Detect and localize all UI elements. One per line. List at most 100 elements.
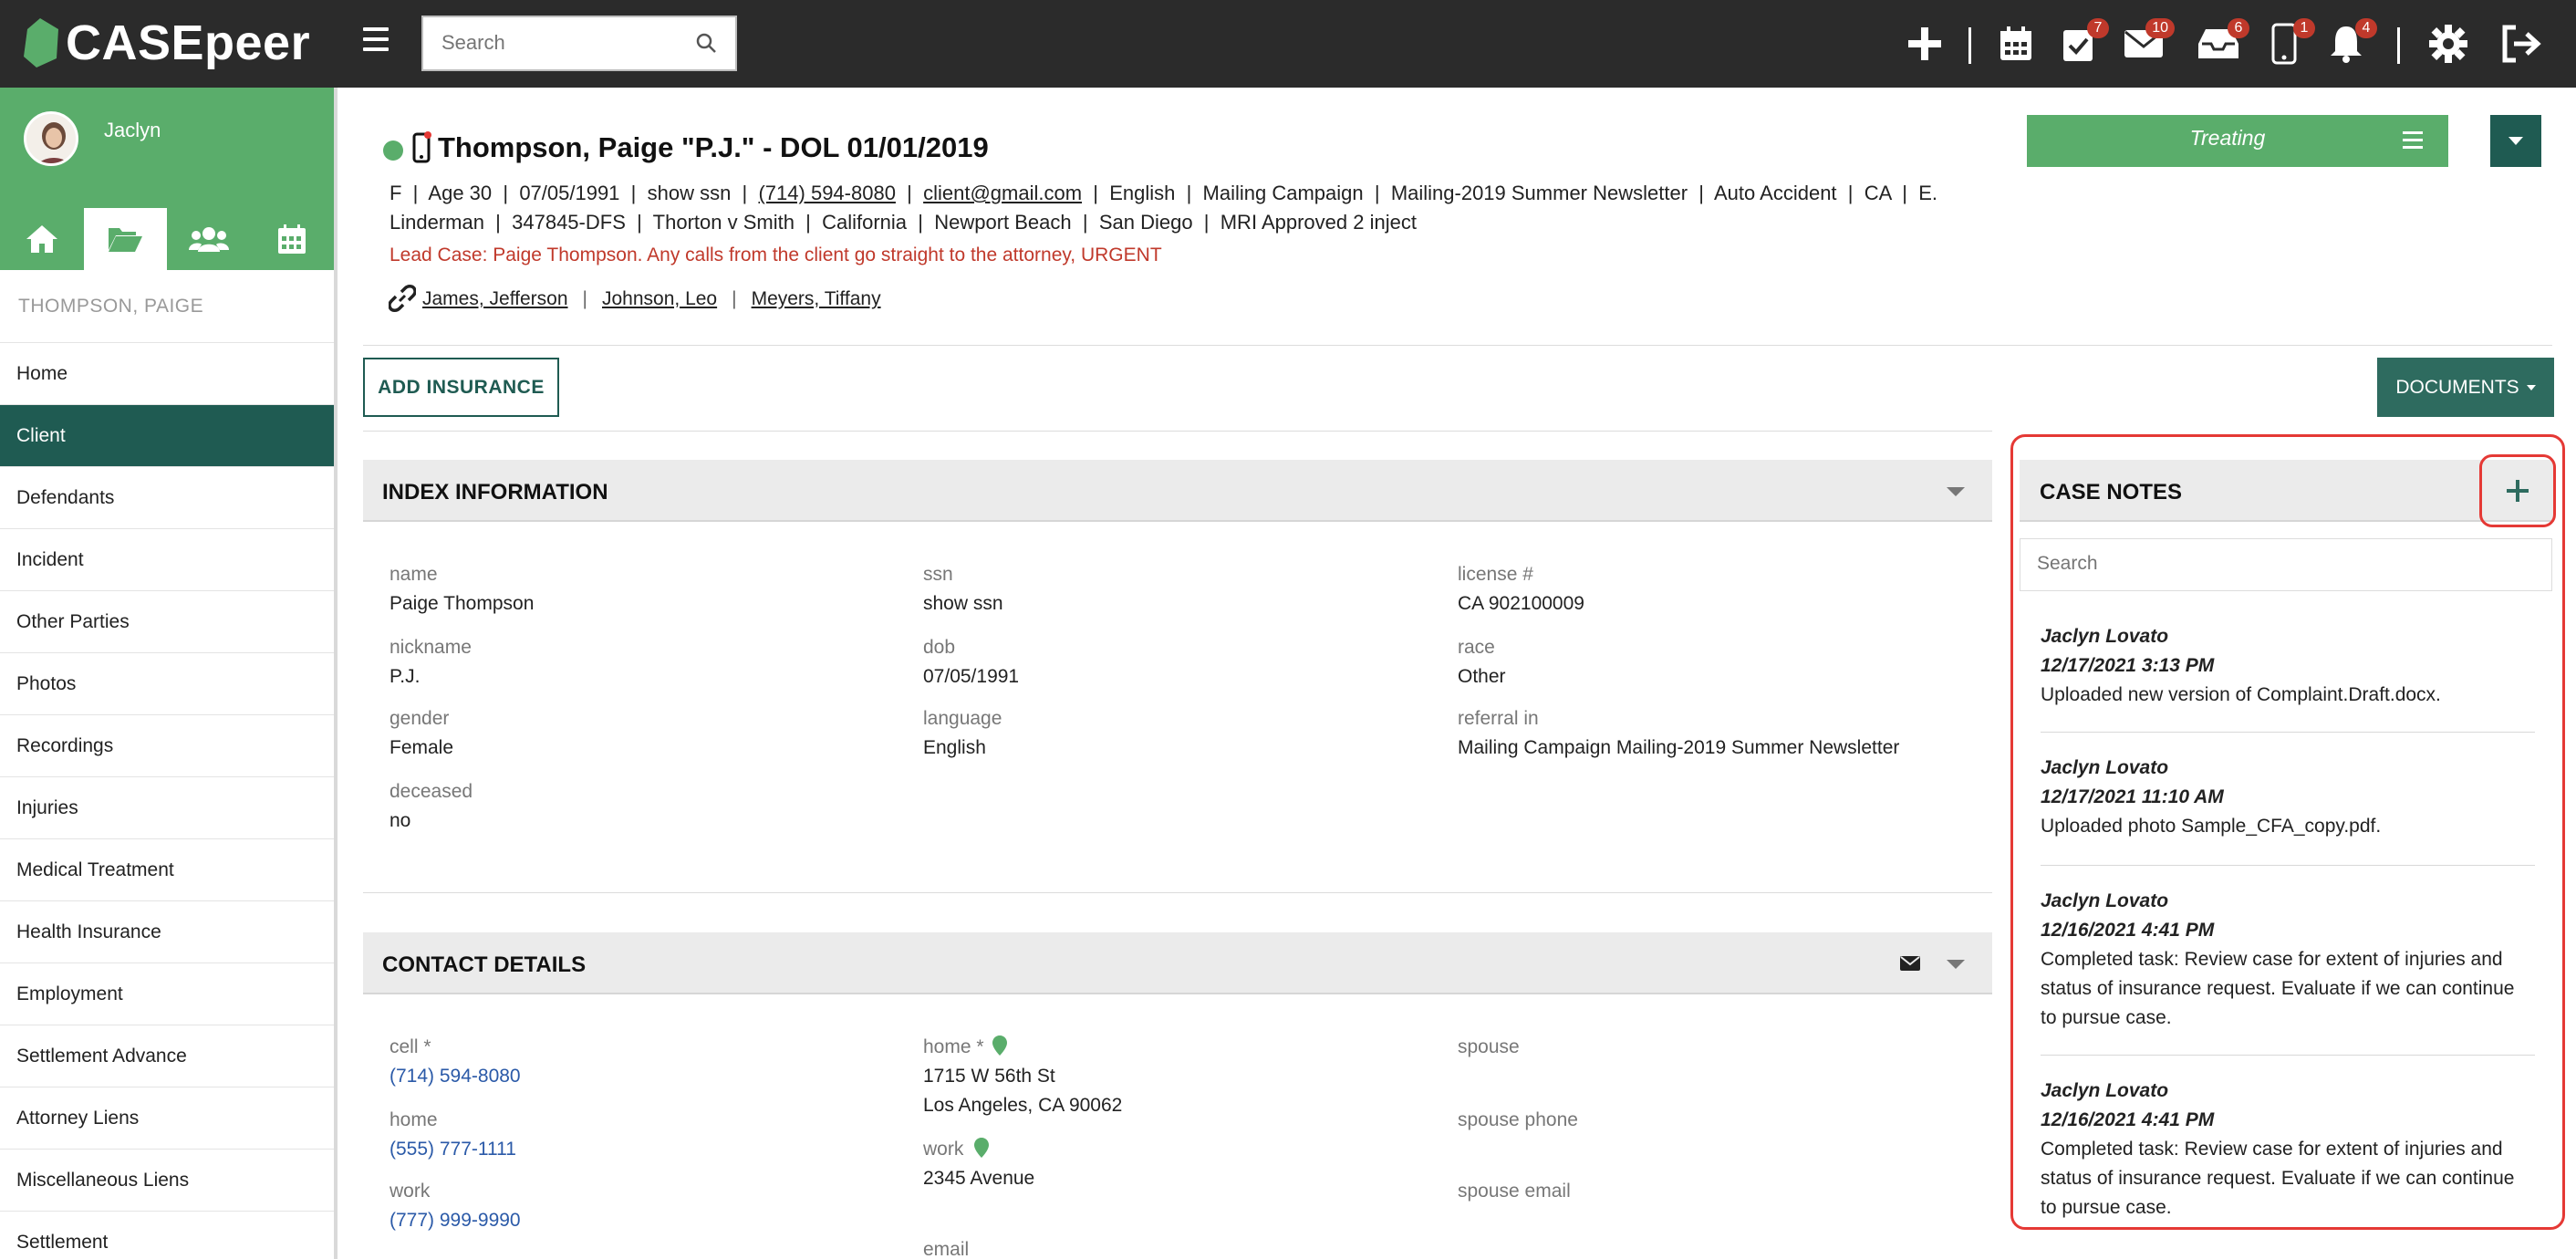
show-ssn-link[interactable]: show ssn xyxy=(923,593,1003,615)
cell-phone-link[interactable]: (714) 594-8080 xyxy=(390,1066,521,1087)
sidebar-item-home[interactable]: Home xyxy=(0,343,334,405)
related-cases: James, Jefferson | Johnson, Leo | Meyers, Ti… xyxy=(422,288,881,309)
related-case-link[interactable]: James, Jefferson xyxy=(422,288,568,309)
map-pin-icon[interactable] xyxy=(992,1035,1008,1056)
sidebar-item-health-insurance[interactable]: Health Insurance xyxy=(0,901,334,963)
envelope-icon[interactable] xyxy=(1899,954,1921,973)
tab-calendar[interactable] xyxy=(251,208,335,270)
user-panel: Jaclyn xyxy=(0,88,334,208)
divider xyxy=(363,892,1992,893)
user-name[interactable]: Jaclyn xyxy=(104,119,161,142)
case-status-button[interactable]: Treating xyxy=(2027,115,2448,167)
note-text: Uploaded new version of Complaint.Draft.… xyxy=(2041,684,2441,705)
sidebar-item-medical-treatment[interactable]: Medical Treatment xyxy=(0,839,334,901)
avatar[interactable] xyxy=(24,111,78,166)
settings-button[interactable] xyxy=(2426,20,2470,68)
note-text: Uploaded photo Sample_CFA_copy.pdf. xyxy=(2041,816,2382,837)
related-case-link[interactable]: Johnson, Leo xyxy=(602,288,717,309)
sidebar-item-incident[interactable]: Incident xyxy=(0,529,334,591)
search-icon[interactable] xyxy=(695,32,717,54)
tab-cases[interactable] xyxy=(83,208,167,270)
sidebar-item-settlement-advance[interactable]: Settlement Advance xyxy=(0,1025,334,1087)
sidebar-item-miscellaneous-liens[interactable]: Miscellaneous Liens xyxy=(0,1150,334,1212)
global-search-input[interactable] xyxy=(423,17,688,68)
note-author: Jaclyn Lovato xyxy=(2041,757,2169,778)
caret-down-icon xyxy=(2526,384,2536,390)
field-value: Female xyxy=(390,737,454,758)
note-text: Completed task: Review case for extent o… xyxy=(2041,949,2515,1028)
contact-details-header[interactable]: CONTACT DETAILS xyxy=(363,932,1992,994)
meta-case-type: Auto Accident xyxy=(1714,182,1837,204)
case-status-dot xyxy=(383,140,403,161)
case-options-dropdown[interactable] xyxy=(2490,115,2541,167)
sidebar-item-defendants[interactable]: Defendants xyxy=(0,467,334,529)
field-label: ssn xyxy=(923,564,953,585)
map-pin-icon[interactable] xyxy=(973,1137,990,1159)
index-information-header[interactable]: INDEX INFORMATION xyxy=(363,460,1992,522)
field-value: Mailing Campaign Mailing-2019 Summer New… xyxy=(1458,737,1900,758)
sidebar-item-other-parties[interactable]: Other Parties xyxy=(0,591,334,653)
field-value: CA 902100009 xyxy=(1458,593,1584,614)
casepeer-logo[interactable]: CASEpeer xyxy=(22,13,310,73)
tab-home[interactable] xyxy=(0,208,84,270)
phone-button[interactable]: 1 xyxy=(2262,18,2315,68)
tab-contacts[interactable] xyxy=(167,208,251,270)
divider xyxy=(363,345,2552,346)
notifications-button[interactable]: 4 xyxy=(2324,18,2377,68)
case-note[interactable]: Jaclyn Lovato 12/16/2021 4:41 PM Complet… xyxy=(2041,1077,2535,1223)
note-author: Jaclyn Lovato xyxy=(2041,626,2169,647)
home-phone-link[interactable]: (555) 777-1111 xyxy=(390,1139,516,1160)
meta-state: CA xyxy=(1864,182,1892,204)
meta-phone-link[interactable]: (714) 594-8080 xyxy=(758,182,895,204)
calendar-button[interactable] xyxy=(1994,20,2038,68)
tasks-badge: 7 xyxy=(2087,18,2109,38)
topbar-divider xyxy=(1968,27,1971,64)
chevron-down-icon[interactable] xyxy=(1947,960,1965,969)
sidebar-item-attorney-liens[interactable]: Attorney Liens xyxy=(0,1087,334,1150)
divider xyxy=(2041,865,2535,866)
case-notes-search[interactable] xyxy=(2020,538,2552,591)
documents-button[interactable]: DOCUMENTS xyxy=(2377,358,2554,417)
field-label: spouse xyxy=(1458,1036,1520,1057)
global-search[interactable] xyxy=(421,16,737,71)
meta-ssn[interactable]: show ssn xyxy=(648,182,732,204)
tasks-button[interactable]: 7 xyxy=(2056,18,2109,68)
related-case-link[interactable]: Meyers, Tiffany xyxy=(752,288,881,309)
meta-venue: California xyxy=(822,211,908,234)
meta-note: MRI Approved 2 inject xyxy=(1220,211,1417,234)
sidebar-item-photos[interactable]: Photos xyxy=(0,653,334,715)
logout-icon xyxy=(2502,25,2541,63)
meta-source: Mailing Campaign xyxy=(1202,182,1364,204)
field-label: cell * xyxy=(390,1036,431,1057)
home-address-line2: Los Angeles, CA 90062 xyxy=(923,1095,1123,1116)
case-note[interactable]: Jaclyn Lovato 12/17/2021 11:10 AM Upload… xyxy=(2041,754,2535,841)
add-insurance-button[interactable]: ADD INSURANCE xyxy=(363,358,559,417)
mail-badge: 10 xyxy=(2145,18,2175,38)
meta-email-link[interactable]: client@gmail.com xyxy=(923,182,1082,204)
sidebar-item-client[interactable]: Client xyxy=(0,405,334,467)
sidebar-item-injuries[interactable]: Injuries xyxy=(0,777,334,839)
divider xyxy=(2041,1055,2535,1056)
logout-button[interactable] xyxy=(2499,20,2543,68)
work-phone-link[interactable]: (777) 999-9990 xyxy=(390,1210,521,1232)
menu-toggle-button[interactable] xyxy=(363,27,389,51)
add-new-button[interactable] xyxy=(1903,20,1947,68)
home-address-line1: 1715 W 56th St xyxy=(923,1066,1055,1087)
gear-icon xyxy=(2429,25,2467,63)
case-notes-search-input[interactable] xyxy=(2020,539,2531,588)
inbox-button[interactable]: 6 xyxy=(2197,18,2249,68)
contact-details-title: CONTACT DETAILS xyxy=(382,952,587,977)
case-note[interactable]: Jaclyn Lovato 12/17/2021 3:13 PM Uploade… xyxy=(2041,622,2535,710)
case-note[interactable]: Jaclyn Lovato 12/16/2021 4:41 PM Complet… xyxy=(2041,887,2535,1033)
mail-button[interactable]: 10 xyxy=(2122,18,2175,68)
sidebar-item-settlement[interactable]: Settlement xyxy=(0,1212,334,1259)
calendar-icon xyxy=(278,224,306,254)
add-note-button[interactable] xyxy=(2499,474,2536,507)
divider xyxy=(363,431,1992,432)
field-label: work xyxy=(390,1181,431,1202)
chevron-down-icon[interactable] xyxy=(1947,487,1965,496)
mobile-phone-icon xyxy=(412,131,431,163)
sidebar-item-recordings[interactable]: Recordings xyxy=(0,715,334,777)
note-text: Completed task: Review case for extent o… xyxy=(2041,1139,2515,1218)
sidebar-item-employment[interactable]: Employment xyxy=(0,963,334,1025)
